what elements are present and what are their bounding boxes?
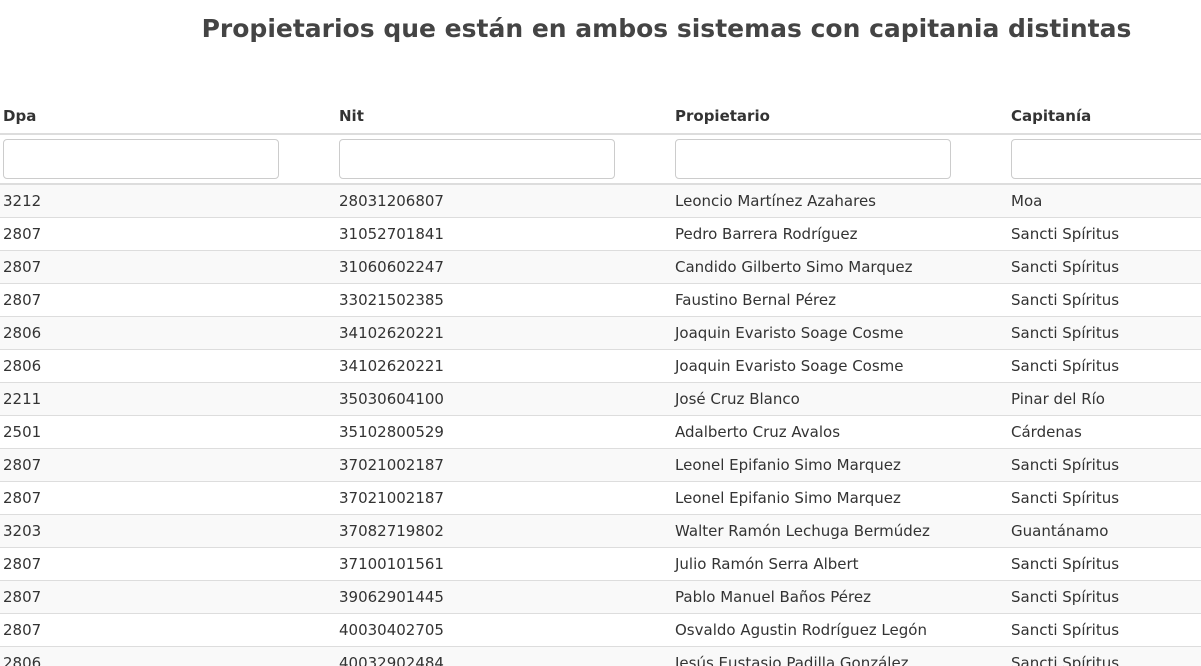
- table-row[interactable]: 2807 39062901445 Pablo Manuel Baños Pérez S…: [0, 580, 1201, 614]
- cell-capitania: Guantánamo: [1008, 514, 1201, 548]
- table-row[interactable]: 2807 40030402705 Osvaldo Agustin Rodríguez…: [0, 613, 1201, 647]
- table-row[interactable]: 2807 37021002187 Leonel Epifanio Simo Marq…: [0, 448, 1201, 482]
- cell-propietario: Jesús Eustasio Padilla González: [672, 646, 1008, 666]
- cell-dpa: 2807: [0, 613, 336, 647]
- cell-capitania: Sancti Spíritus: [1008, 481, 1201, 515]
- cell-propietario: José Cruz Blanco: [672, 382, 1008, 416]
- cell-nit: 37100101561: [336, 547, 672, 581]
- table-row[interactable]: 2807 31052701841 Pedro Barrera Rodríguez Sa…: [0, 217, 1201, 251]
- cell-nit: 40030402705: [336, 613, 672, 647]
- cell-capitania: Sancti Spíritus: [1008, 349, 1201, 383]
- cell-dpa: 2807: [0, 250, 336, 284]
- table-row[interactable]: 2807 37021002187 Leonel Epifanio Simo Marq…: [0, 481, 1201, 515]
- table-row[interactable]: 2807 37100101561 Julio Ramón Serra Albert S…: [0, 547, 1201, 581]
- cell-propietario: Leonel Epifanio Simo Marquez: [672, 481, 1008, 515]
- column-header-capitania[interactable]: Capitanía: [1008, 100, 1201, 135]
- cell-capitania: Sancti Spíritus: [1008, 250, 1201, 284]
- cell-dpa: 2807: [0, 283, 336, 317]
- cell-dpa: 2807: [0, 580, 336, 614]
- table-row[interactable]: 2807 31060602247 Candido Gilberto Simo Mar…: [0, 250, 1201, 284]
- cell-capitania: Sancti Spíritus: [1008, 547, 1201, 581]
- page: Propietarios que están en ambos sistemas…: [0, 0, 1201, 666]
- cell-nit: 37021002187: [336, 448, 672, 482]
- table-row[interactable]: 2807 33021502385 Faustino Bernal Pérez Sanc…: [0, 283, 1201, 317]
- column-header-nit[interactable]: Nit: [336, 100, 672, 135]
- cell-dpa: 2806: [0, 316, 336, 350]
- cell-propietario: Adalberto Cruz Avalos: [672, 415, 1008, 449]
- cell-dpa: 2807: [0, 547, 336, 581]
- filter-cell-dpa: [0, 134, 336, 185]
- cell-nit: 31052701841: [336, 217, 672, 251]
- cell-nit: 33021502385: [336, 283, 672, 317]
- cell-capitania: Sancti Spíritus: [1008, 217, 1201, 251]
- table-row[interactable]: 2501 35102800529 Adalberto Cruz Avalos Cárd…: [0, 415, 1201, 449]
- cell-propietario: Joaquin Evaristo Soage Cosme: [672, 349, 1008, 383]
- cell-dpa: 2501: [0, 415, 336, 449]
- cell-propietario: Osvaldo Agustin Rodríguez Legón: [672, 613, 1008, 647]
- table-row[interactable]: 3203 37082719802 Walter Ramón Lechuga Berm…: [0, 514, 1201, 548]
- owners-table: Dpa Nit Propietario Capitanía 3212 28031…: [0, 100, 1201, 666]
- cell-dpa: 3203: [0, 514, 336, 548]
- cell-dpa: 2807: [0, 481, 336, 515]
- table-row[interactable]: 3212 28031206807 Leoncio Martínez Azahares…: [0, 184, 1201, 218]
- filter-cell-capitania: [1008, 134, 1201, 185]
- cell-propietario: Leonel Epifanio Simo Marquez: [672, 448, 1008, 482]
- cell-capitania: Moa: [1008, 184, 1201, 218]
- cell-dpa: 2806: [0, 646, 336, 666]
- filter-cell-nit: [336, 134, 672, 185]
- filter-row: [0, 134, 1201, 185]
- cell-nit: 34102620221: [336, 316, 672, 350]
- cell-dpa: 2807: [0, 217, 336, 251]
- cell-capitania: Pinar del Río: [1008, 382, 1201, 416]
- cell-nit: 35030604100: [336, 382, 672, 416]
- cell-nit: 37082719802: [336, 514, 672, 548]
- cell-propietario: Candido Gilberto Simo Marquez: [672, 250, 1008, 284]
- cell-propietario: Faustino Bernal Pérez: [672, 283, 1008, 317]
- cell-nit: 31060602247: [336, 250, 672, 284]
- page-title: Propietarios que están en ambos sistemas…: [201, 14, 1132, 43]
- cell-nit: 40032902484: [336, 646, 672, 666]
- cell-nit: 34102620221: [336, 349, 672, 383]
- cell-propietario: Walter Ramón Lechuga Bermúdez: [672, 514, 1008, 548]
- table-header-row: Dpa Nit Propietario Capitanía: [0, 100, 1201, 135]
- cell-propietario: Pedro Barrera Rodríguez: [672, 217, 1008, 251]
- cell-capitania: Sancti Spíritus: [1008, 580, 1201, 614]
- column-header-propietario[interactable]: Propietario: [672, 100, 1008, 135]
- cell-nit: 37021002187: [336, 481, 672, 515]
- table-row[interactable]: 2806 40032902484 Jesús Eustasio Padilla Go…: [0, 646, 1201, 666]
- cell-capitania: Sancti Spíritus: [1008, 283, 1201, 317]
- cell-propietario: Leoncio Martínez Azahares: [672, 184, 1008, 218]
- cell-capitania: Sancti Spíritus: [1008, 448, 1201, 482]
- table-row[interactable]: 2806 34102620221 Joaquin Evaristo Soage Co…: [0, 316, 1201, 350]
- cell-dpa: 3212: [0, 184, 336, 218]
- cell-dpa: 2806: [0, 349, 336, 383]
- column-header-dpa[interactable]: Dpa: [0, 100, 336, 135]
- table-row[interactable]: 2211 35030604100 José Cruz Blanco Pinar del…: [0, 382, 1201, 416]
- cell-propietario: Pablo Manuel Baños Pérez: [672, 580, 1008, 614]
- cell-propietario: Joaquin Evaristo Soage Cosme: [672, 316, 1008, 350]
- cell-capitania: Sancti Spíritus: [1008, 316, 1201, 350]
- cell-nit: 28031206807: [336, 184, 672, 218]
- table-body: 3212 28031206807 Leoncio Martínez Azahares…: [0, 184, 1201, 666]
- cell-nit: 35102800529: [336, 415, 672, 449]
- cell-dpa: 2807: [0, 448, 336, 482]
- nit-filter-input[interactable]: [339, 139, 615, 179]
- cell-nit: 39062901445: [336, 580, 672, 614]
- propietario-filter-input[interactable]: [675, 139, 951, 179]
- cell-capitania: Sancti Spíritus: [1008, 613, 1201, 647]
- cell-capitania: Cárdenas: [1008, 415, 1201, 449]
- cell-dpa: 2211: [0, 382, 336, 416]
- cell-propietario: Julio Ramón Serra Albert: [672, 547, 1008, 581]
- filter-cell-propietario: [672, 134, 1008, 185]
- cell-capitania: Sancti Spíritus: [1008, 646, 1201, 666]
- capitania-filter-input[interactable]: [1011, 139, 1201, 179]
- dpa-filter-input[interactable]: [3, 139, 279, 179]
- table-row[interactable]: 2806 34102620221 Joaquin Evaristo Soage Co…: [0, 349, 1201, 383]
